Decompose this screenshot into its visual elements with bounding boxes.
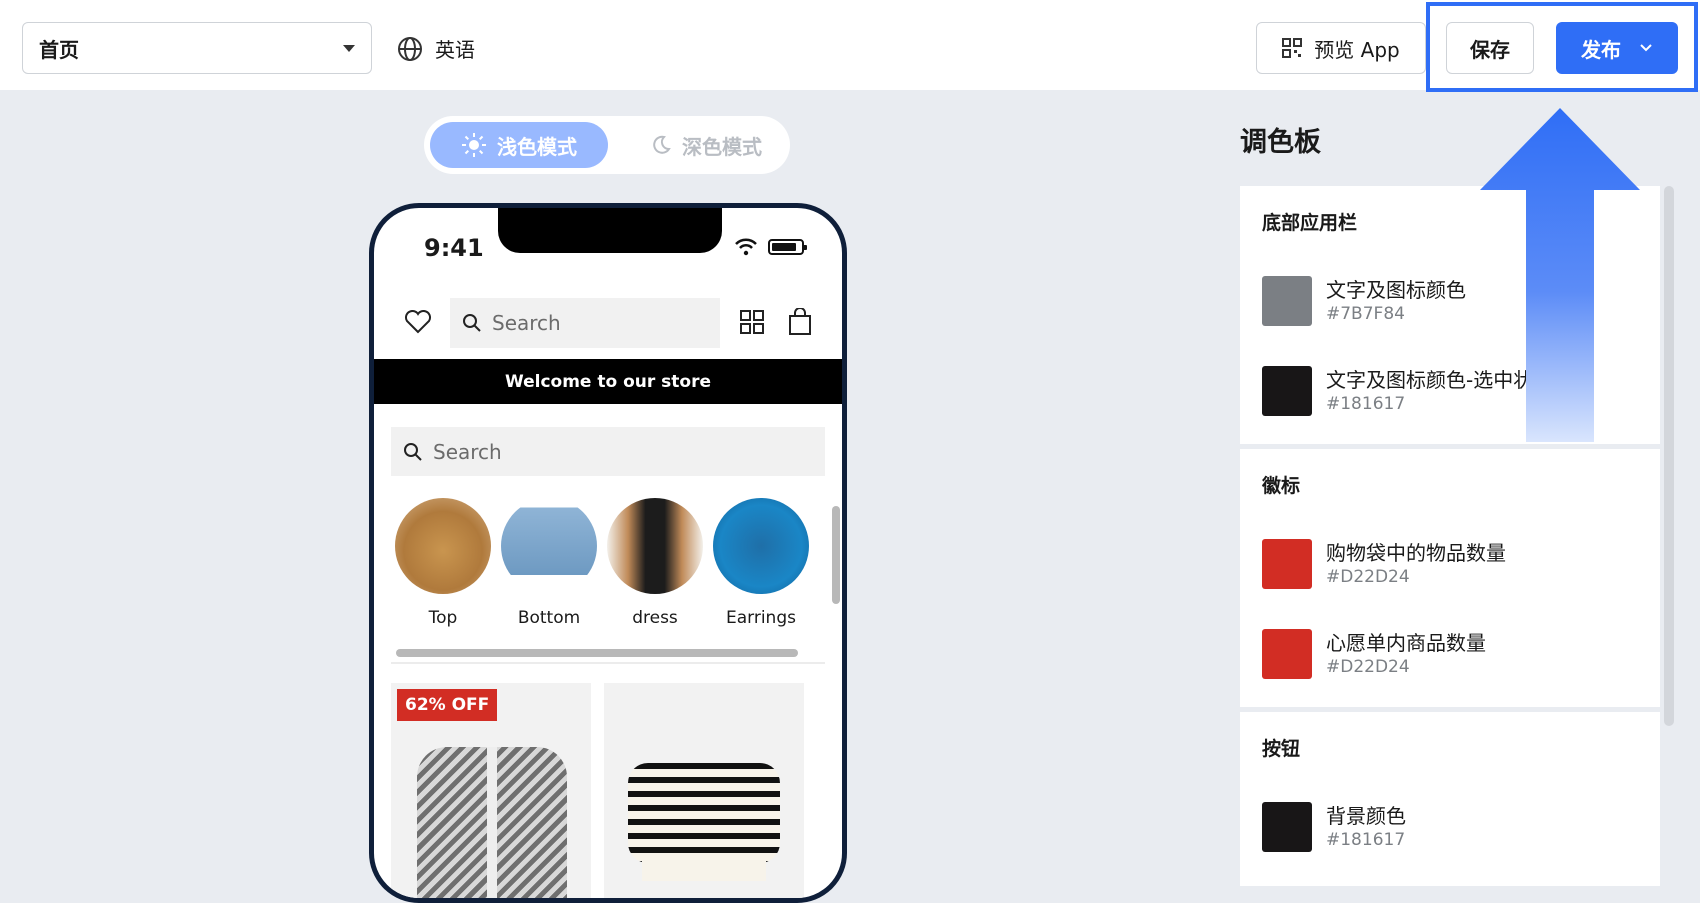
page-select-value: 首页 (39, 37, 79, 62)
language-switch[interactable]: 英语 (397, 34, 475, 63)
caret-down-icon (343, 44, 355, 52)
color-name: 文字及图标颜色 (1326, 278, 1466, 302)
search-icon (404, 442, 422, 461)
page-select[interactable]: 首页 (22, 22, 372, 74)
color-row[interactable]: 购物袋中的物品数量 #D22D24 (1262, 537, 1652, 591)
color-swatch[interactable] (1262, 276, 1312, 326)
category-label: Top (428, 608, 458, 628)
sun-icon (462, 133, 486, 157)
globe-icon (398, 36, 422, 61)
category-label: Earrings (726, 608, 796, 628)
discount-badge: 62% OFF (397, 689, 498, 721)
preview-app-button[interactable]: 预览 App (1256, 22, 1426, 74)
section-title: 底部应用栏 (1262, 212, 1358, 234)
header-search-placeholder: Search (492, 311, 561, 335)
color-hex: #D22D24 (1326, 657, 1410, 677)
shopping-bag-icon[interactable] (788, 308, 812, 336)
moon-icon (653, 135, 671, 154)
dark-mode-label: 深色模式 (682, 134, 762, 159)
battery-icon (768, 239, 807, 255)
color-hex: #D22D24 (1326, 567, 1410, 587)
color-swatch[interactable] (1262, 366, 1312, 416)
heart-icon[interactable] (404, 310, 432, 334)
color-swatch[interactable] (1262, 629, 1312, 679)
category-bottom[interactable]: Bottom (497, 498, 601, 628)
category-label: dress (632, 608, 678, 628)
category-image (501, 498, 597, 594)
section-title: 徽标 (1262, 475, 1301, 497)
product-image-detail (487, 747, 497, 898)
header-search-input[interactable]: Search (450, 298, 720, 348)
horizontal-scrollbar[interactable] (396, 649, 798, 657)
welcome-banner: Welcome to our store (374, 359, 842, 404)
color-hex: #181617 (1326, 830, 1406, 850)
phone-notch (498, 208, 722, 253)
product-image-detail (642, 861, 766, 881)
search-icon (463, 314, 481, 332)
body-search-placeholder: Search (433, 439, 502, 464)
highlight-box (1426, 2, 1698, 92)
product-card[interactable] (604, 683, 804, 898)
category-dress[interactable]: dress (603, 498, 707, 628)
category-list: Top Bottom dress Earrings (391, 498, 811, 638)
color-row[interactable]: 背景颜色 #181617 (1262, 800, 1652, 854)
divider (391, 662, 825, 664)
grid-icon[interactable] (740, 310, 764, 334)
language-label: 英语 (435, 38, 475, 62)
light-mode-label: 浅色模式 (497, 134, 577, 159)
color-row[interactable]: 心愿单内商品数量 #D22D24 (1262, 627, 1652, 681)
category-top[interactable]: Top (391, 498, 495, 628)
color-hex: #7B7F84 (1326, 304, 1405, 324)
qr-icon (1282, 38, 1303, 58)
mode-toggle: 浅色模式 深色模式 (424, 116, 790, 174)
color-name: 背景颜色 (1326, 804, 1406, 828)
palette-section: 徽标 购物袋中的物品数量 #D22D24 心愿单内商品数量 #D22D24 (1240, 449, 1660, 707)
body-search-input[interactable]: Search (391, 427, 825, 476)
product-image (628, 763, 780, 863)
vertical-scrollbar[interactable] (832, 506, 840, 604)
category-image (395, 498, 491, 594)
section-title: 按钮 (1262, 738, 1301, 760)
color-swatch[interactable] (1262, 539, 1312, 589)
color-name: 购物袋中的物品数量 (1326, 541, 1506, 565)
arrow-up-icon (1480, 108, 1640, 442)
color-hex: #181617 (1326, 394, 1406, 414)
category-earrings[interactable]: Earrings (709, 498, 813, 628)
dark-mode-option[interactable]: 深色模式 (636, 122, 776, 168)
category-image (713, 498, 809, 594)
color-name: 心愿单内商品数量 (1326, 631, 1486, 655)
preview-app-label: 预览 App (1314, 37, 1400, 62)
status-icons (734, 238, 807, 256)
palette-title: 调色板 (1240, 127, 1321, 158)
light-mode-option[interactable]: 浅色模式 (430, 122, 608, 168)
phone-preview: 9:41 Search Welcome to our store Search … (369, 203, 847, 903)
status-time: 9:41 (424, 234, 484, 262)
product-card[interactable]: 62% OFF (391, 683, 591, 898)
palette-section: 按钮 背景颜色 #181617 (1240, 712, 1660, 886)
category-label: Bottom (517, 608, 581, 628)
app-header: Search (374, 293, 842, 349)
palette-scrollbar[interactable] (1664, 186, 1674, 726)
color-swatch[interactable] (1262, 802, 1312, 852)
wifi-icon (735, 238, 757, 256)
category-image (607, 498, 703, 594)
